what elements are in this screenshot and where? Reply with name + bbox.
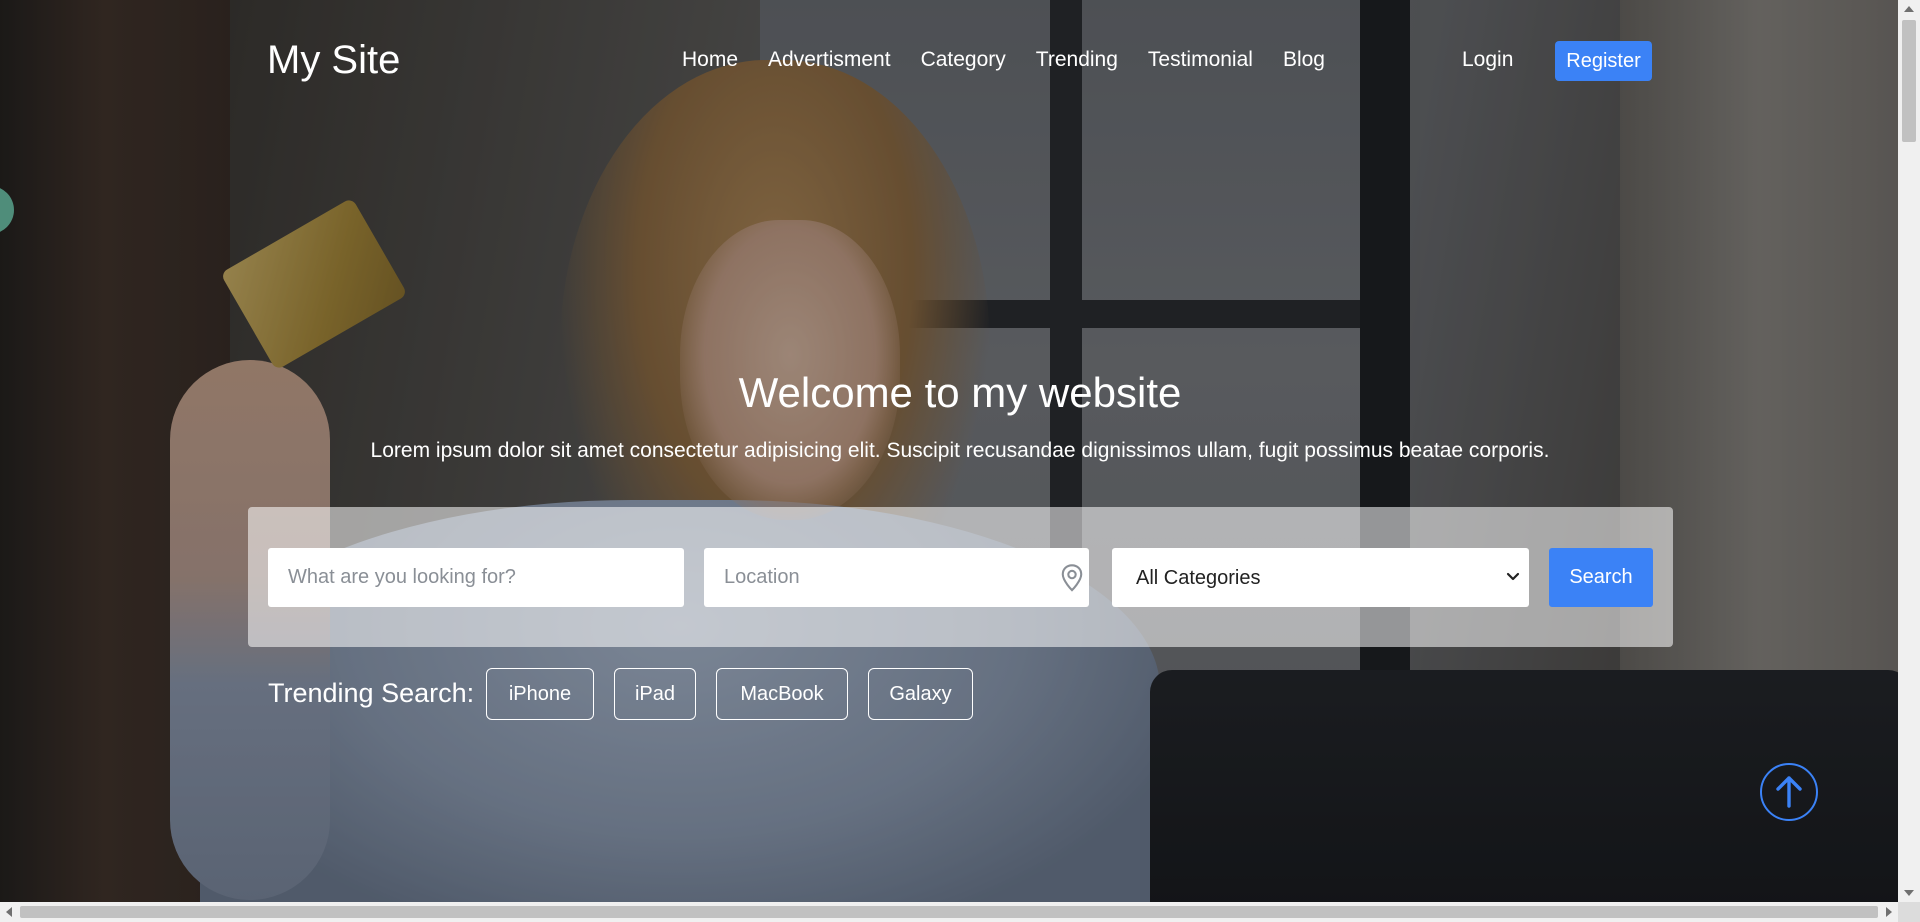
arrow-up-icon xyxy=(1776,776,1802,808)
vertical-scroll-thumb[interactable] xyxy=(1902,20,1916,142)
search-button[interactable]: Search xyxy=(1549,548,1653,607)
search-input[interactable] xyxy=(268,548,684,607)
site-brand[interactable]: My Site xyxy=(267,36,400,84)
vertical-scrollbar[interactable] xyxy=(1898,0,1920,902)
main-nav: Home Advertisment Category Trending Test… xyxy=(667,46,1340,74)
side-panel-tab[interactable] xyxy=(0,186,14,234)
map-pin-icon xyxy=(1061,564,1083,592)
scrollbar-corner xyxy=(1898,902,1920,922)
login-link[interactable]: Login xyxy=(1462,46,1513,74)
trending-chip-iphone[interactable]: iPhone xyxy=(486,668,594,720)
scroll-left-arrow-icon[interactable] xyxy=(6,907,12,917)
nav-category[interactable]: Category xyxy=(906,46,1021,74)
background-window-transom xyxy=(760,300,1380,328)
location-input[interactable] xyxy=(704,548,1089,607)
hero-subtitle: Lorem ipsum dolor sit amet consectetur a… xyxy=(370,439,1550,462)
scroll-right-arrow-icon[interactable] xyxy=(1886,907,1892,917)
scroll-down-arrow-icon[interactable] xyxy=(1904,890,1914,896)
trending-chip-galaxy[interactable]: Galaxy xyxy=(868,668,973,720)
horizontal-scrollbar[interactable] xyxy=(0,902,1898,922)
nav-trending[interactable]: Trending xyxy=(1021,46,1133,74)
hero-section: My Site Home Advertisment Category Trend… xyxy=(0,0,1898,902)
trending-label: Trending Search: xyxy=(268,678,475,708)
nav-advertisment[interactable]: Advertisment xyxy=(753,46,906,74)
hero-title: Welcome to my website xyxy=(738,369,1182,416)
trending-chip-macbook[interactable]: MacBook xyxy=(716,668,848,720)
horizontal-scroll-thumb[interactable] xyxy=(20,906,1878,918)
category-select[interactable]: All Categories xyxy=(1112,548,1529,607)
nav-testimonial[interactable]: Testimonial xyxy=(1133,46,1268,74)
nav-home[interactable]: Home xyxy=(667,46,753,74)
back-to-top-button[interactable] xyxy=(1760,763,1818,821)
trending-chip-ipad[interactable]: iPad xyxy=(614,668,696,720)
register-button[interactable]: Register xyxy=(1555,41,1652,81)
scroll-up-arrow-icon[interactable] xyxy=(1904,6,1914,12)
background-credit-card xyxy=(220,197,408,371)
nav-blog[interactable]: Blog xyxy=(1268,46,1340,74)
